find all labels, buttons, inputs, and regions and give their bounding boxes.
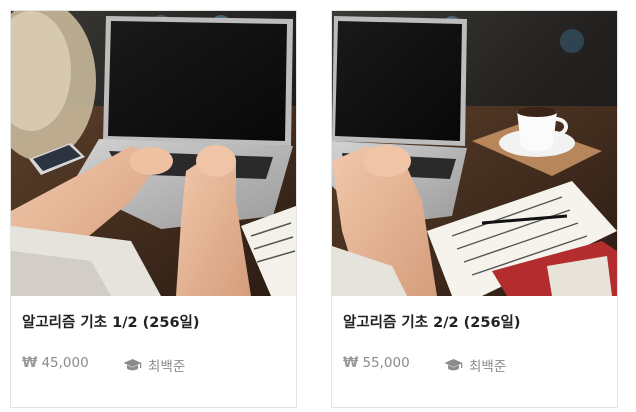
course-title[interactable]: 알고리즘 기초 1/2 (256일) — [22, 311, 200, 332]
price-value: 55,000 — [362, 355, 410, 371]
course-meta: ₩ 55,000 최백준 — [343, 355, 617, 377]
course-thumbnail-image[interactable] — [332, 11, 617, 296]
laptop-coffee-photo — [332, 11, 617, 296]
course-card[interactable]: 알고리즘 기초 2/2 (256일) ₩ 55,000 최백준 — [331, 10, 618, 408]
teacher-name: 최백준 — [469, 359, 507, 375]
won-icon: ₩ — [343, 355, 359, 371]
course-card[interactable]: 알고리즘 기초 1/2 (256일) ₩ 45,000 최백준 — [10, 10, 297, 408]
won-icon: ₩ — [22, 355, 38, 371]
course-price: ₩ 45,000 — [22, 355, 89, 371]
course-meta: ₩ 45,000 최백준 — [22, 355, 296, 377]
course-price: ₩ 55,000 — [343, 355, 410, 371]
course-title[interactable]: 알고리즘 기초 2/2 (256일) — [343, 311, 521, 332]
course-thumbnail-image[interactable] — [11, 11, 296, 296]
graduation-cap-icon — [123, 359, 142, 371]
course-teacher: 최백준 — [444, 355, 506, 375]
course-teacher: 최백준 — [123, 355, 185, 375]
price-value: 45,000 — [41, 355, 89, 371]
teacher-name: 최백준 — [148, 359, 186, 375]
laptop-typing-photo — [11, 11, 296, 296]
graduation-cap-icon — [444, 359, 463, 371]
